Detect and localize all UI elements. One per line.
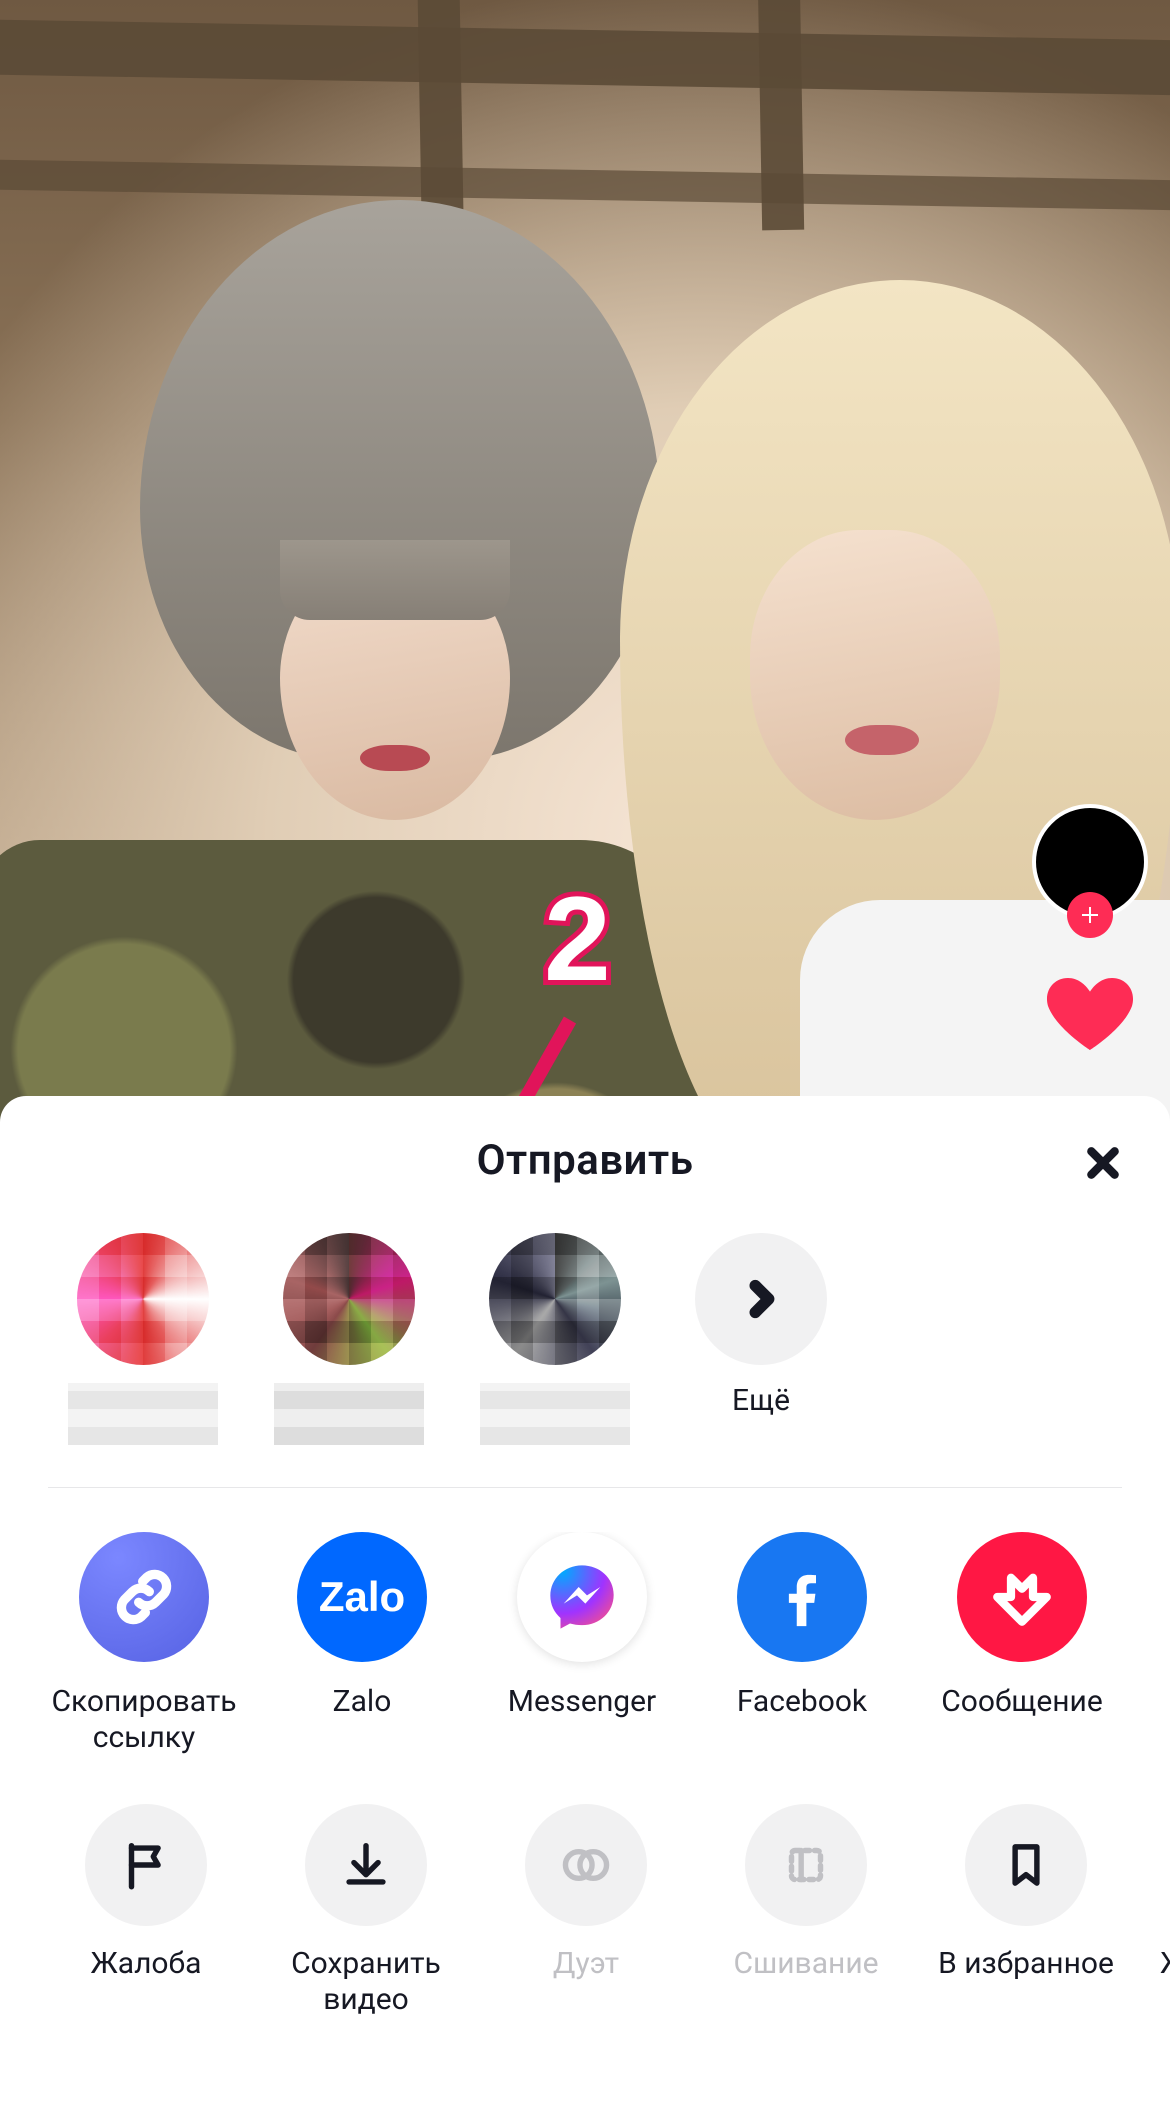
action-duet-label: Дуэт	[553, 1946, 619, 1982]
action-stitch: Сшивание	[708, 1804, 904, 2018]
download-icon	[305, 1804, 427, 1926]
share-message[interactable]: Сообщение	[924, 1532, 1120, 1756]
close-icon	[1083, 1143, 1123, 1183]
stitch-icon	[745, 1804, 867, 1926]
action-save-video[interactable]: Сохранить видео	[268, 1804, 464, 2018]
share-message-label: Сообщение	[941, 1684, 1103, 1720]
contact-2-name-redacted	[274, 1383, 424, 1445]
share-sms[interactable]: SMS	[1144, 1532, 1170, 1756]
flag-icon	[85, 1804, 207, 1926]
video-action-rail	[1032, 804, 1148, 1068]
heart-icon	[1042, 966, 1138, 1062]
contacts-row[interactable]: Ещё	[0, 1233, 1170, 1445]
duet-icon	[525, 1804, 647, 1926]
share-targets-row[interactable]: Скопировать ссылку Zalo Zalo Messenger F…	[0, 1532, 1170, 1756]
messenger-icon	[517, 1532, 647, 1662]
actions-row[interactable]: Жалоба Сохранить видео Дуэт Сшивание	[0, 1804, 1170, 2018]
share-facebook-label: Facebook	[737, 1684, 867, 1720]
tiktok-share-screen: { "annotation": { "step_number": "2" }, …	[0, 0, 1170, 2106]
share-zalo[interactable]: Zalo Zalo	[264, 1532, 460, 1756]
share-copy-link[interactable]: Скопировать ссылку	[48, 1532, 240, 1756]
contact-3-name-redacted	[480, 1383, 630, 1445]
link-icon	[79, 1532, 209, 1662]
close-button[interactable]	[1078, 1138, 1128, 1188]
share-messenger-label: Messenger	[508, 1684, 656, 1720]
facebook-icon	[737, 1532, 867, 1662]
share-sheet: Отправить Ещё	[0, 1096, 1170, 2106]
action-stitch-label: Сшивание	[733, 1946, 878, 1982]
chevron-right-icon	[738, 1276, 784, 1322]
action-live-photo-label: Живое фото	[1160, 1946, 1170, 1982]
share-zalo-label: Zalo	[333, 1684, 392, 1720]
share-messenger[interactable]: Messenger	[484, 1532, 680, 1756]
more-contacts-button[interactable]	[695, 1233, 827, 1365]
plus-icon	[1078, 903, 1102, 927]
action-duet: Дуэт	[488, 1804, 684, 2018]
annotation-step-number: 2	[544, 870, 611, 1008]
bookmark-icon	[965, 1804, 1087, 1926]
contact-1-name-redacted	[68, 1383, 218, 1445]
sheet-title: Отправить	[0, 1136, 1170, 1185]
action-live-photo[interactable]: Живое фото	[1148, 1804, 1170, 2018]
action-report-label: Жалоба	[91, 1946, 202, 1982]
follow-button[interactable]	[1067, 892, 1113, 938]
send-icon	[957, 1532, 1087, 1662]
contact-2[interactable]	[254, 1233, 444, 1445]
zalo-icon: Zalo	[297, 1532, 427, 1662]
contact-1[interactable]	[48, 1233, 238, 1445]
author-avatar[interactable]	[1032, 804, 1148, 920]
share-copy-link-label: Скопировать ссылку	[48, 1684, 240, 1756]
action-favorite-label: В избранное	[938, 1946, 1114, 1982]
divider	[48, 1487, 1122, 1488]
action-report[interactable]: Жалоба	[48, 1804, 244, 2018]
action-save-video-label: Сохранить видео	[268, 1946, 464, 2018]
share-facebook[interactable]: Facebook	[704, 1532, 900, 1756]
contacts-more[interactable]: Ещё	[666, 1233, 856, 1419]
like-button[interactable]	[1036, 960, 1144, 1068]
contact-3[interactable]	[460, 1233, 650, 1445]
action-favorite[interactable]: В избранное	[928, 1804, 1124, 2018]
more-label: Ещё	[732, 1383, 790, 1419]
